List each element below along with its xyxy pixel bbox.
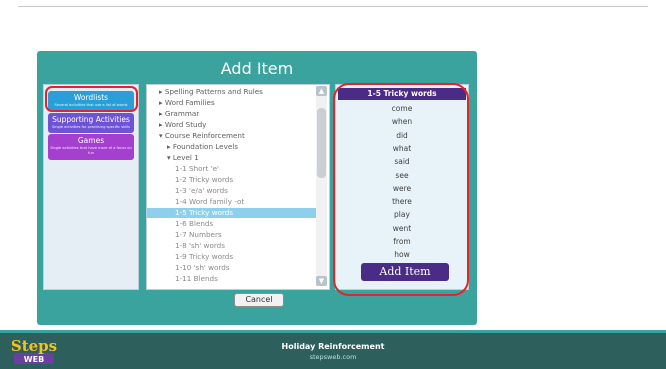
category-label: Games <box>77 136 105 145</box>
slide-top-rule <box>18 6 648 7</box>
tree-item[interactable]: 1-11 Blends <box>147 274 319 284</box>
scroll-down-icon[interactable]: ▼ <box>316 276 327 286</box>
tree-item[interactable]: ▸ Foundation Levels <box>147 142 319 152</box>
category-supporting-activities[interactable]: Supporting Activities Single activities … <box>48 113 134 133</box>
category-description: Single activities that have more of a fo… <box>50 146 132 155</box>
category-games[interactable]: Games Single activities that have more o… <box>48 134 134 160</box>
tree-item[interactable]: ▸ Word Families <box>147 98 319 108</box>
scroll-up-icon[interactable]: ▲ <box>316 86 327 96</box>
tree-item[interactable]: 1-1 Short 'e' <box>147 164 319 174</box>
tree-item[interactable]: ▸ Grammar <box>147 109 319 119</box>
tree-item[interactable]: 1-4 Word family -ot <box>147 197 319 207</box>
tree-item[interactable]: 1-7 Numbers <box>147 230 319 240</box>
page: Add Item Wordlists Several activities th… <box>0 0 666 369</box>
tree-item[interactable]: 1-10 'sh' words <box>147 263 319 273</box>
tree-item[interactable]: 1-8 'sh' words <box>147 241 319 251</box>
tree-item[interactable]: ▸ Word Study <box>147 120 319 130</box>
tree-item[interactable]: 1-9 Tricky words <box>147 252 319 262</box>
tree-item-selected[interactable]: 1-5 Tricky words <box>147 208 319 218</box>
highlight-ring-wordlists <box>45 86 138 112</box>
cancel-button[interactable]: Cancel <box>234 293 284 307</box>
tree-item[interactable]: ▾ Level 1 <box>147 153 319 163</box>
category-panel: Wordlists Several activities that use a … <box>43 84 139 290</box>
tree-item[interactable]: ▾ Course Reinforcement <box>147 131 319 141</box>
slide: Add Item Wordlists Several activities th… <box>0 0 666 330</box>
tree-item[interactable]: 1-6 Blends <box>147 219 319 229</box>
footer-title: Holiday Reinforcement <box>281 342 385 351</box>
category-label: Supporting Activities <box>52 115 130 124</box>
footer-accent-line <box>0 330 666 333</box>
dialog-title: Add Item <box>220 59 294 78</box>
footer-url: stepsweb.com <box>309 353 357 361</box>
highlight-ring-wordlist <box>333 83 469 296</box>
category-description: Single activities for practising specifi… <box>51 125 131 129</box>
tree-item[interactable]: ▸ Spelling Patterns and Rules <box>147 87 319 97</box>
tree-item[interactable]: 1-2 Tricky words <box>147 175 319 185</box>
tree-item[interactable]: 1-3 'e/a' words <box>147 186 319 196</box>
activity-tree: ▸ Spelling Patterns and Rules ▸ Word Fami… <box>146 84 330 290</box>
tree-scroll-thumb[interactable] <box>317 108 326 178</box>
